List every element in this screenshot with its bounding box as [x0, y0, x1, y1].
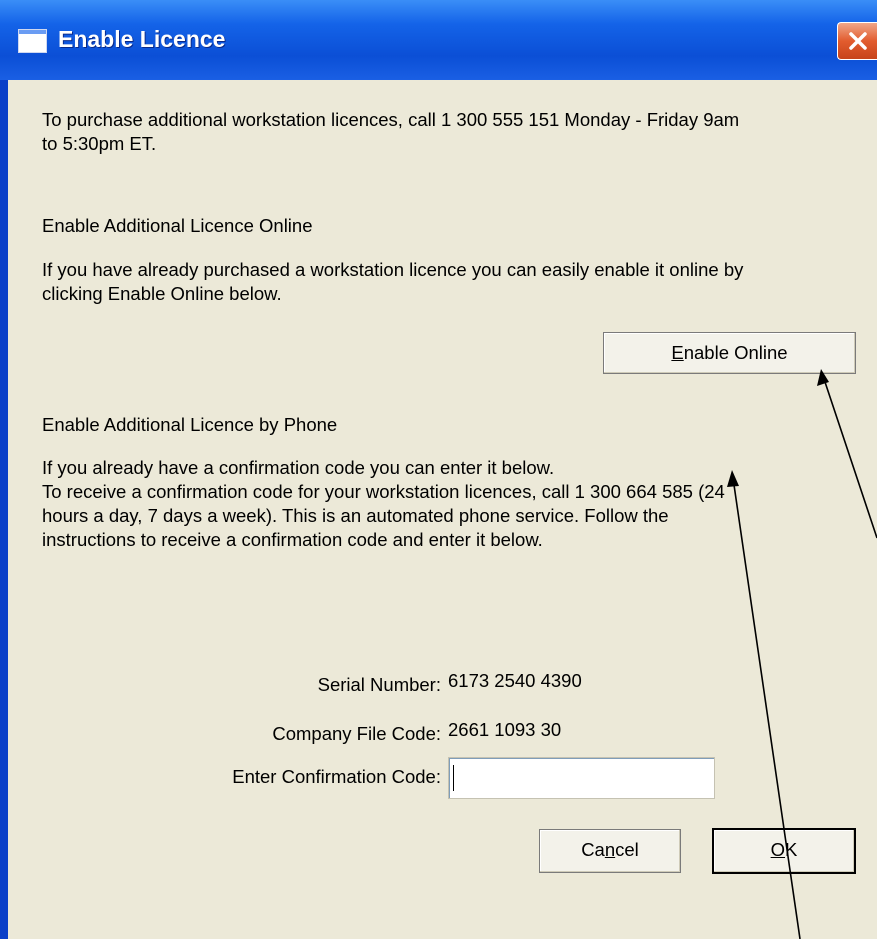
- arrow-to-enable-online: [817, 369, 877, 539]
- arrow-to-phone-number: [727, 470, 801, 939]
- annotation-arrows: [727, 369, 877, 939]
